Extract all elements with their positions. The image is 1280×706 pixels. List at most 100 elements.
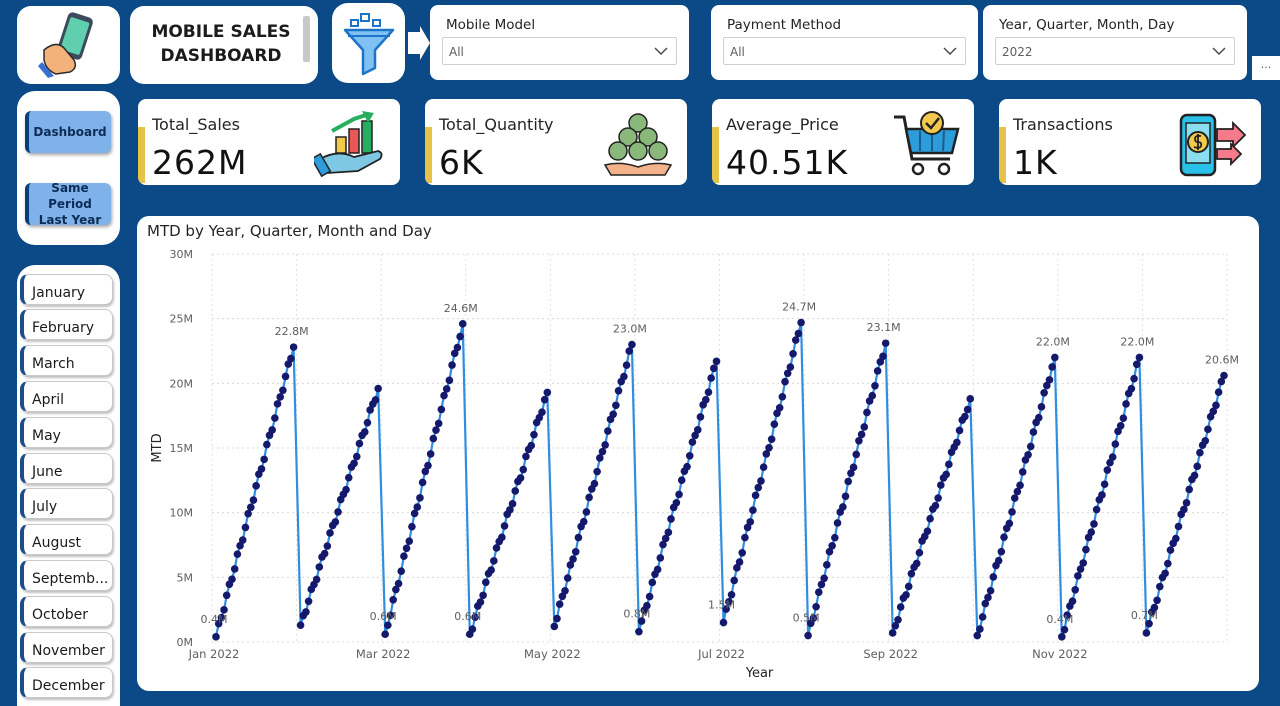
data-point	[479, 591, 487, 600]
month-button-april[interactable]: April	[20, 381, 113, 412]
same-period-last-year-button[interactable]: Same Period Last Year	[25, 181, 111, 227]
data-point	[1122, 400, 1130, 408]
data-label: 24.7M	[782, 301, 816, 314]
month-button-october[interactable]: October	[20, 596, 113, 627]
data-point	[402, 544, 411, 553]
data-point	[667, 515, 675, 523]
data-point	[767, 435, 776, 444]
data-point	[1005, 519, 1014, 528]
month-button-december[interactable]: December	[20, 667, 113, 698]
data-point	[612, 401, 620, 410]
data-point	[442, 385, 451, 393]
kpi-value: 1K	[1013, 143, 1058, 182]
data-point	[1092, 505, 1101, 514]
data-point	[222, 591, 231, 600]
data-point	[1079, 559, 1088, 567]
data-point	[257, 465, 266, 473]
data-point	[675, 490, 683, 499]
data-point	[915, 548, 924, 557]
data-point	[363, 418, 372, 427]
title-scrollbar[interactable]	[303, 16, 310, 62]
data-point	[759, 463, 768, 471]
data-point	[1132, 360, 1141, 369]
data-point	[1008, 508, 1016, 516]
data-point	[540, 395, 549, 404]
data-point	[448, 361, 456, 369]
data-point	[601, 441, 609, 449]
month-button-september[interactable]: Septemb...	[20, 560, 113, 591]
data-point	[331, 518, 340, 526]
data-point	[228, 575, 236, 583]
x-tick-label: Jul 2022	[697, 647, 745, 661]
data-point	[1212, 401, 1220, 410]
data-point	[498, 533, 506, 542]
month-button-january[interactable]: January	[20, 274, 113, 305]
data-point	[620, 372, 628, 381]
data-point	[445, 376, 454, 385]
data-point	[516, 474, 525, 482]
y-tick-label: 15M	[170, 442, 194, 455]
filter-toggle-button[interactable]	[332, 3, 405, 83]
data-point	[823, 561, 831, 569]
data-point	[609, 410, 617, 419]
data-point	[561, 586, 569, 595]
y-tick-label: 25M	[170, 313, 194, 326]
data-point	[500, 522, 509, 530]
data-point	[413, 503, 422, 511]
x-tick-label: Jan 2022	[188, 647, 240, 661]
dropdown-value: All	[449, 45, 464, 59]
data-point	[934, 494, 942, 502]
data-point	[994, 556, 1003, 565]
data-point	[894, 615, 902, 624]
data-point	[953, 438, 961, 447]
data-point	[1130, 374, 1138, 383]
data-point	[1193, 462, 1202, 471]
data-point	[1058, 633, 1066, 641]
data-point	[978, 613, 987, 621]
date-hierarchy-dropdown[interactable]: 2022	[995, 37, 1235, 65]
data-point	[1127, 384, 1136, 393]
data-point	[727, 590, 736, 599]
month-button-june[interactable]: June	[20, 453, 113, 484]
data-point	[1214, 388, 1223, 397]
more-options-button[interactable]: ...	[1252, 56, 1280, 80]
mobile-model-dropdown[interactable]: All	[442, 37, 677, 65]
data-point	[907, 569, 916, 578]
data-point	[424, 461, 432, 470]
data-point	[625, 347, 634, 355]
data-point	[814, 588, 823, 596]
x-tick-label: Sep 2022	[863, 647, 918, 661]
data-point	[281, 372, 290, 381]
slicer-label: Payment Method	[727, 17, 842, 33]
data-point	[334, 508, 342, 516]
data-point	[408, 522, 416, 531]
data-point	[1153, 596, 1161, 605]
data-point	[440, 391, 448, 400]
data-point	[804, 631, 812, 640]
month-button-july[interactable]: July	[20, 488, 113, 519]
dashboard-nav-button[interactable]: Dashboard	[25, 111, 111, 153]
data-point	[260, 455, 268, 464]
month-button-august[interactable]: August	[20, 524, 113, 555]
x-tick-label: May 2022	[524, 647, 581, 661]
month-button-november[interactable]: November	[20, 632, 113, 663]
data-point	[710, 364, 718, 373]
data-point	[582, 508, 591, 516]
month-button-may[interactable]: May	[20, 417, 113, 448]
growth-hand-icon	[314, 111, 383, 177]
data-label: 0.7M	[1131, 609, 1158, 622]
data-point	[432, 426, 440, 434]
data-point	[844, 477, 853, 486]
month-button-february[interactable]: February	[20, 309, 113, 340]
data-point	[476, 598, 485, 606]
month-button-march[interactable]: March	[20, 345, 113, 376]
data-point	[418, 478, 427, 487]
data-label: 22.0M	[1120, 335, 1154, 348]
data-point	[1000, 533, 1008, 541]
data-point	[563, 574, 572, 582]
payment-method-dropdown[interactable]: All	[723, 37, 966, 65]
data-point	[230, 565, 239, 573]
data-point	[519, 465, 528, 474]
data-point	[453, 343, 462, 352]
data-point	[989, 573, 998, 581]
